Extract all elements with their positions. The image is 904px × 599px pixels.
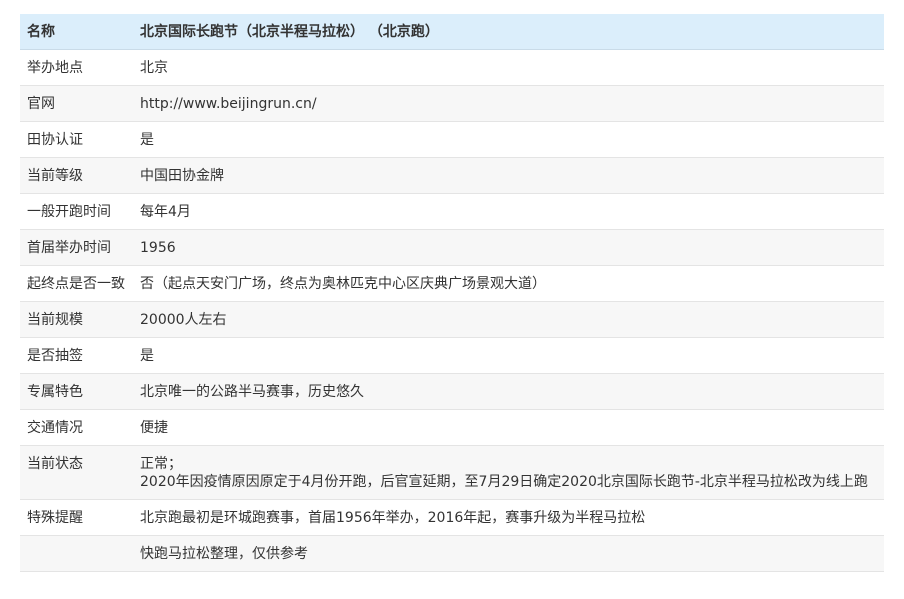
row-label-reminder: 特殊提醒 (20, 499, 133, 536)
status-line-1: 正常； (140, 456, 182, 472)
status-line-2: 2020年因疫情原因原定于4月份开跑，后官宣延期，至7月29日确定2020北京国… (140, 474, 868, 490)
table-row: 田协认证 是 (20, 121, 884, 158)
row-value-reminder: 北京跑最初是环城跑赛事，首届1956年举办，2016年起，赛事升级为半程马拉松 (133, 499, 884, 536)
row-label-features: 专属特色 (20, 373, 133, 410)
row-label-lottery: 是否抽签 (20, 337, 133, 374)
header-label: 名称 (20, 14, 133, 50)
row-value-start-time: 每年4月 (133, 193, 884, 230)
row-label-first-held: 首届举办时间 (20, 229, 133, 266)
row-label-certified: 田协认证 (20, 121, 133, 158)
row-value-start-finish: 否（起点天安门广场，终点为奥林匹克中心区庆典广场景观大道） (133, 265, 884, 302)
table-row: 当前等级 中国田协金牌 (20, 157, 884, 194)
race-info-container: 名称 北京国际长跑节（北京半程马拉松） （北京跑） 举办地点 北京 官网 htt… (20, 14, 884, 572)
table-row: 官网 http://www.beijingrun.cn/ (20, 85, 884, 122)
row-label-transport: 交通情况 (20, 409, 133, 446)
row-label-level: 当前等级 (20, 157, 133, 194)
row-value-first-held: 1956 (133, 229, 884, 266)
table-row: 特殊提醒 北京跑最初是环城跑赛事，首届1956年举办，2016年起，赛事升级为半… (20, 499, 884, 536)
row-label-location: 举办地点 (20, 49, 133, 86)
row-value-source: 快跑马拉松整理，仅供参考 (133, 535, 884, 572)
row-value-certified: 是 (133, 121, 884, 158)
table-row: 举办地点 北京 (20, 49, 884, 86)
table-row: 交通情况 便捷 (20, 409, 884, 446)
row-label-start-finish: 起终点是否一致 (20, 265, 133, 302)
row-label-start-time: 一般开跑时间 (20, 193, 133, 230)
table-row: 一般开跑时间 每年4月 (20, 193, 884, 230)
row-label-scale: 当前规模 (20, 301, 133, 338)
row-value-scale: 20000人左右 (133, 301, 884, 338)
row-value-website: http://www.beijingrun.cn/ (133, 85, 884, 122)
website-link[interactable]: http://www.beijingrun.cn/ (140, 96, 317, 112)
table-row: 起终点是否一致 否（起点天安门广场，终点为奥林匹克中心区庆典广场景观大道） (20, 265, 884, 302)
table-row: 快跑马拉松整理，仅供参考 (20, 535, 884, 572)
race-info-table: 名称 北京国际长跑节（北京半程马拉松） （北京跑） 举办地点 北京 官网 htt… (20, 14, 884, 572)
row-value-level: 中国田协金牌 (133, 157, 884, 194)
row-value-transport: 便捷 (133, 409, 884, 446)
table-row: 专属特色 北京唯一的公路半马赛事，历史悠久 (20, 373, 884, 410)
table-body: 举办地点 北京 官网 http://www.beijingrun.cn/ 田协认… (20, 49, 884, 572)
row-label-status: 当前状态 (20, 445, 133, 500)
header-value: 北京国际长跑节（北京半程马拉松） （北京跑） (133, 14, 884, 50)
row-label-website: 官网 (20, 85, 133, 122)
row-label-source (20, 535, 133, 572)
table-header-row: 名称 北京国际长跑节（北京半程马拉松） （北京跑） (20, 14, 884, 50)
table-row: 当前状态 正常； 2020年因疫情原因原定于4月份开跑，后官宣延期，至7月29日… (20, 445, 884, 500)
table-row: 当前规模 20000人左右 (20, 301, 884, 338)
row-value-lottery: 是 (133, 337, 884, 374)
table-row: 首届举办时间 1956 (20, 229, 884, 266)
row-value-features: 北京唯一的公路半马赛事，历史悠久 (133, 373, 884, 410)
row-value-location: 北京 (133, 49, 884, 86)
table-row: 是否抽签 是 (20, 337, 884, 374)
row-value-status: 正常； 2020年因疫情原因原定于4月份开跑，后官宣延期，至7月29日确定202… (133, 445, 884, 500)
